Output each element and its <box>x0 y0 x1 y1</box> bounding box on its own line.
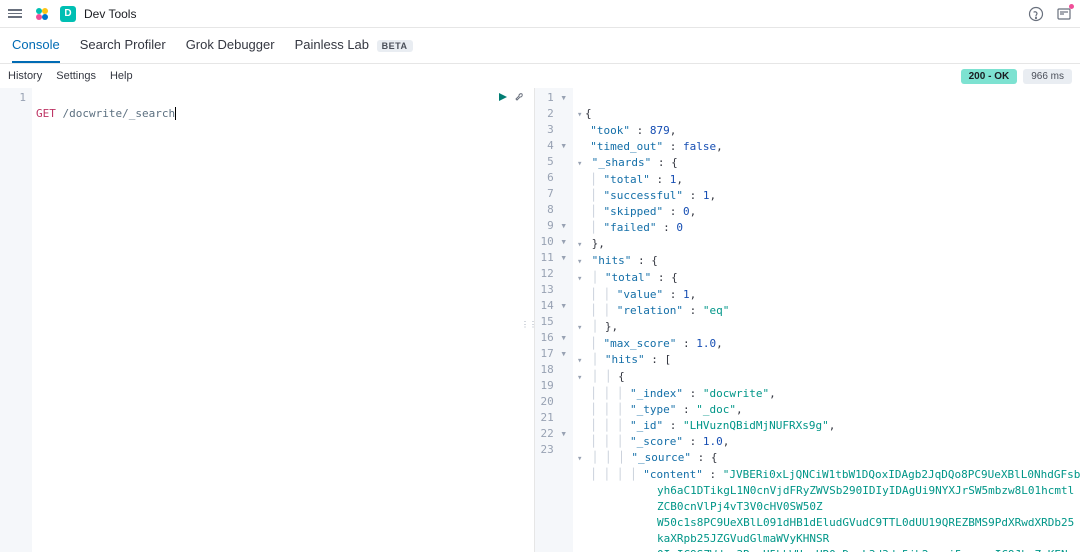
line-gutter: 1 <box>0 88 32 552</box>
resize-handle[interactable]: ⋮⋮ <box>521 320 537 329</box>
app-badge: D <box>60 6 76 22</box>
duration-badge: 966 ms <box>1023 69 1072 84</box>
beta-badge: BETA <box>377 40 413 52</box>
help-icon[interactable] <box>1028 6 1044 22</box>
tab-search-profiler[interactable]: Search Profiler <box>80 28 166 63</box>
send-request-icon[interactable] <box>497 91 509 103</box>
wrench-icon[interactable] <box>513 91 525 103</box>
request-path: /docwrite/_search <box>63 107 176 120</box>
tab-console[interactable]: Console <box>12 28 60 63</box>
history-link[interactable]: History <box>8 70 42 82</box>
response-gutter: 1 ▾2 3 4 ▾5 6 7 8 9 ▾10 ▾11 ▾12 13 14 ▾1… <box>535 88 573 552</box>
response-viewer: 1 ▾2 3 4 ▾5 6 7 8 9 ▾10 ▾11 ▾12 13 14 ▾1… <box>535 88 1080 552</box>
status-badge: 200 - OK <box>961 69 1018 84</box>
help-link[interactable]: Help <box>110 70 133 82</box>
settings-link[interactable]: Settings <box>56 70 96 82</box>
newsfeed-icon[interactable] <box>1056 6 1072 22</box>
tab-painless-lab[interactable]: Painless Lab BETA <box>295 28 413 63</box>
request-editor[interactable]: 1 GET /docwrite/_search ⋮⋮ <box>0 88 535 552</box>
tab-grok-debugger[interactable]: Grok Debugger <box>186 28 275 63</box>
http-method: GET <box>36 107 56 120</box>
elastic-logo <box>34 6 50 22</box>
app-title: Dev Tools <box>84 7 136 21</box>
hamburger-menu-icon[interactable] <box>8 6 24 22</box>
